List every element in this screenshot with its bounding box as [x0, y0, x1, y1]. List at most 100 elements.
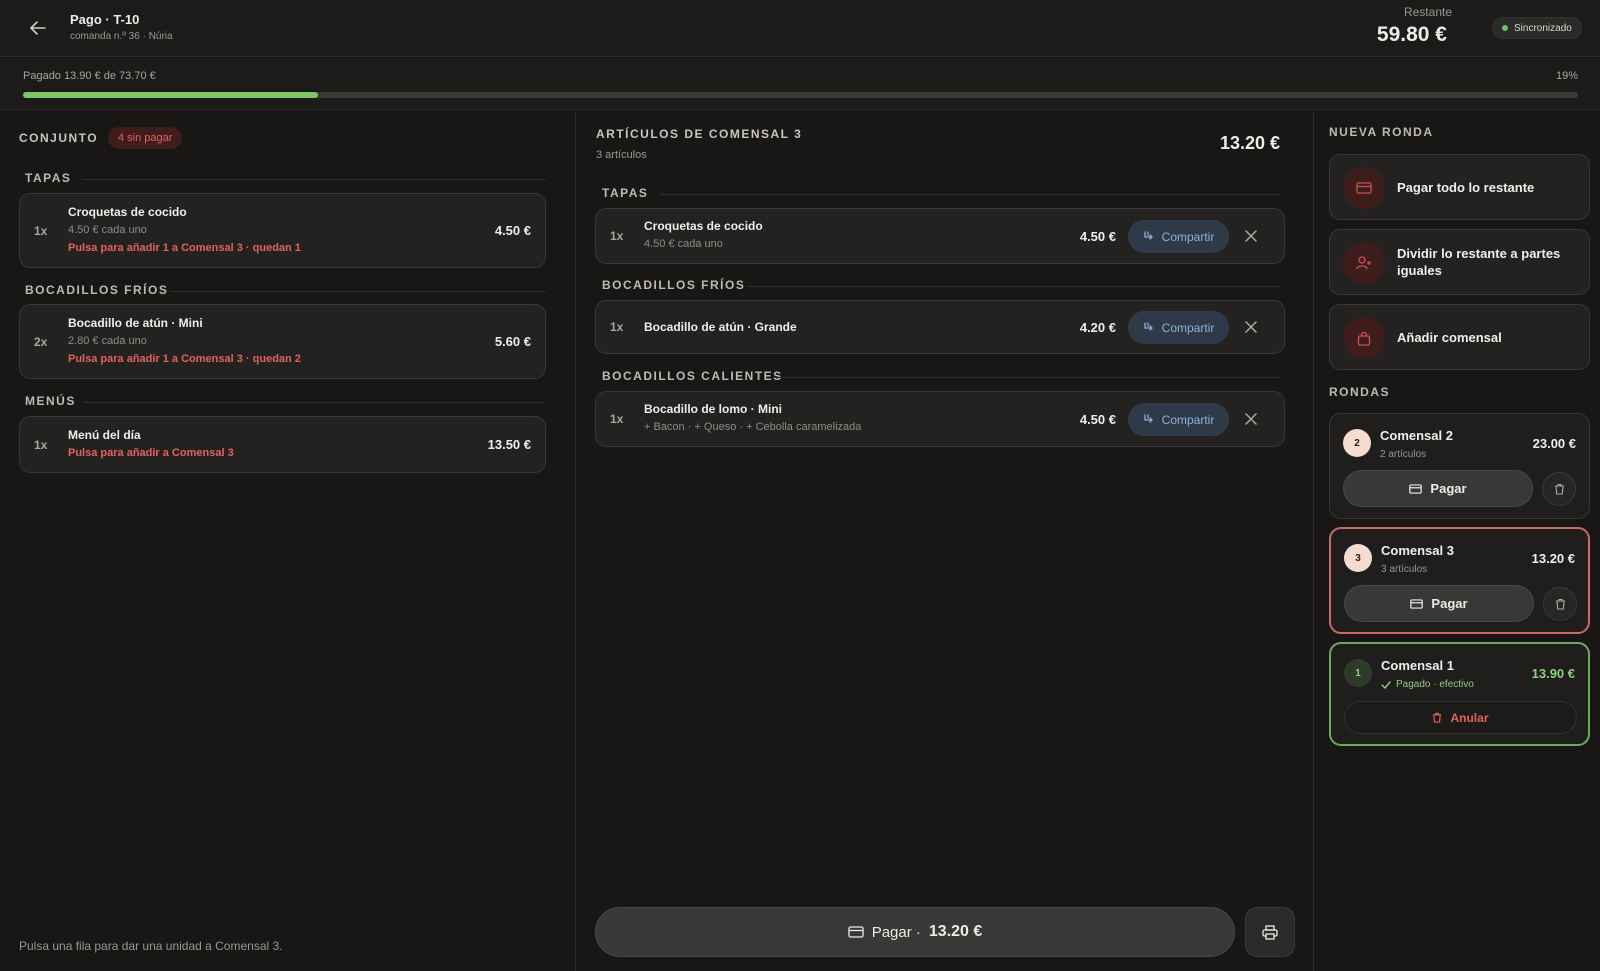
pay-guest-button[interactable]: Pagar · 13.20 € [595, 907, 1235, 957]
share-label: Compartir [1161, 229, 1215, 244]
round-paid-label: Pagado · efectivo [1396, 679, 1474, 690]
add-guest-button[interactable]: Añadir comensal [1329, 304, 1590, 370]
item-price: 13.50 € [487, 437, 531, 452]
round-number-badge: 3 [1344, 544, 1372, 572]
item-unit-price: 2.80 € cada uno [68, 335, 147, 347]
round-total: 13.90 € [1531, 666, 1575, 681]
round-pay-button[interactable]: Pagar [1343, 470, 1533, 507]
void-payment-button[interactable]: Anular [1344, 701, 1577, 734]
section-divider [747, 286, 1279, 287]
list-item: 1x Croquetas de cocido 4.50 € cada uno 4… [595, 208, 1285, 264]
section-divider [660, 194, 1279, 195]
action-label: Pagar todo lo restante [1397, 180, 1535, 195]
trash-icon [1433, 712, 1442, 723]
share-split-icon [1144, 321, 1153, 331]
left-footer-hint: Pulsa una fila para dar una unidad a Com… [19, 939, 283, 953]
item-qty: 1x [610, 320, 624, 334]
round-pay-label: Pagar [1430, 481, 1467, 496]
shared-items-panel: CONJUNTO 4 sin pagar TAPAS 1x Croquetas … [0, 111, 576, 971]
round-item-count: 3 artículos [1381, 564, 1428, 575]
close-icon[interactable] [1241, 409, 1261, 429]
close-icon[interactable] [1241, 226, 1261, 246]
progress-track [23, 92, 1578, 98]
item-unit-price: 4.50 € cada uno [644, 238, 723, 250]
round-item-count: 2 artículos [1380, 449, 1427, 460]
item-hint: Pulsa para añadir a Comensal 3 [68, 447, 234, 459]
progress-percent: 19% [1555, 70, 1578, 82]
round-card-paid: 1 Comensal 1 Pagado · efectivo 13.90 € A… [1329, 642, 1590, 746]
round-total: 23.00 € [1532, 436, 1576, 451]
section-divider [772, 377, 1279, 378]
list-item: 1x Bocadillo de atún · Grande 4.20 € Com… [595, 300, 1285, 354]
round-name: Comensal 1 [1381, 658, 1454, 673]
bag-icon [1343, 317, 1385, 359]
payment-progress: Pagado 13.90 € de 73.70 € 19% [0, 58, 1600, 110]
printer-icon[interactable] [1245, 907, 1295, 957]
card-icon [1343, 167, 1385, 209]
list-item[interactable]: 1x Menú del día Pulsa para añadir a Come… [19, 416, 546, 473]
item-qty: 1x [610, 229, 624, 243]
item-qty: 1x [34, 224, 48, 238]
round-card: 2 Comensal 2 2 artículos 23.00 € Pagar [1329, 413, 1590, 519]
section-heading-tapas: TAPAS [25, 171, 72, 185]
trash-icon[interactable] [1542, 472, 1576, 506]
item-modifiers: + Bacon · + Queso · + Cebolla carameliza… [644, 421, 862, 433]
action-label: Añadir comensal [1397, 330, 1502, 345]
round-pay-label: Pagar [1431, 596, 1468, 611]
check-icon [1381, 680, 1391, 689]
section-divider [83, 402, 546, 403]
pay-all-remaining-button[interactable]: Pagar todo lo restante [1329, 154, 1590, 220]
rounds-panel: NUEVA RONDA Pagar todo lo restante Divid… [1314, 111, 1600, 971]
share-split-icon [1144, 230, 1153, 240]
void-label: Anular [1450, 710, 1489, 725]
new-round-heading: NUEVA RONDA [1329, 125, 1434, 139]
item-name: Menú del día [68, 428, 141, 442]
item-qty: 2x [34, 335, 48, 349]
round-number-badge: 2 [1343, 429, 1371, 457]
item-name: Bocadillo de atún · Grande [644, 320, 797, 334]
progress-text: Pagado 13.90 € de 73.70 € [23, 70, 156, 82]
split-remaining-button[interactable]: Dividir lo restante a partes iguales [1329, 229, 1590, 295]
round-name: Comensal 2 [1380, 428, 1453, 443]
item-price: 4.20 € [1079, 320, 1116, 335]
unpaid-badge: 4 sin pagar [108, 127, 183, 149]
item-price: 4.50 € [494, 223, 531, 238]
remaining-amount: 59.80 € [1376, 23, 1447, 46]
share-button[interactable]: Compartir [1128, 220, 1229, 253]
share-button[interactable]: Compartir [1128, 403, 1229, 436]
progress-fill [23, 92, 319, 98]
list-item[interactable]: 2x Bocadillo de atún · Mini 2.80 € cada … [19, 304, 546, 379]
pay-label: Pagar · [871, 923, 921, 941]
rounds-heading: RONDAS [1329, 385, 1391, 399]
share-button[interactable]: Compartir [1128, 311, 1229, 344]
back-arrow-icon[interactable] [24, 14, 52, 42]
user-plus-icon [1343, 242, 1385, 284]
item-name: Croquetas de cocido [68, 205, 187, 219]
list-item[interactable]: 1x Croquetas de cocido 4.50 € cada uno P… [19, 193, 546, 268]
round-pay-button[interactable]: Pagar [1344, 585, 1534, 622]
section-heading-menus: MENÚS [25, 394, 76, 408]
item-price: 4.50 € [1079, 412, 1116, 427]
guest-items-panel: ARTÍCULOS DE COMENSAL 3 3 artículos 13.2… [576, 111, 1314, 971]
section-heading-cold-sandwiches: BOCADILLOS FRÍOS [25, 283, 169, 297]
item-qty: 1x [34, 438, 48, 452]
item-price: 4.50 € [1079, 229, 1116, 244]
close-icon[interactable] [1241, 317, 1261, 337]
trash-icon[interactable] [1543, 587, 1577, 621]
section-divider [82, 179, 546, 180]
section-divider [170, 291, 546, 292]
sync-status-badge: Sincronizado [1492, 17, 1582, 39]
item-qty: 1x [610, 412, 624, 426]
order-subtitle: comanda n.º 36 · Núria [70, 31, 173, 42]
guest-items-total: 13.20 € [1219, 133, 1280, 153]
remaining-label: Restante [1403, 5, 1452, 19]
action-label: Dividir lo restante a partes iguales [1397, 246, 1561, 278]
round-number-badge: 1 [1344, 659, 1372, 687]
sync-dot-icon [1502, 25, 1508, 31]
list-item: 1x Bocadillo de lomo · Mini + Bacon · + … [595, 391, 1285, 447]
round-card-active: 3 Comensal 3 3 artículos 13.20 € Pagar [1329, 527, 1590, 634]
item-price: 5.60 € [494, 334, 531, 349]
round-name: Comensal 3 [1381, 543, 1454, 558]
item-hint: Pulsa para añadir 1 a Comensal 3 · queda… [68, 242, 301, 254]
item-hint: Pulsa para añadir 1 a Comensal 3 · queda… [68, 353, 301, 365]
